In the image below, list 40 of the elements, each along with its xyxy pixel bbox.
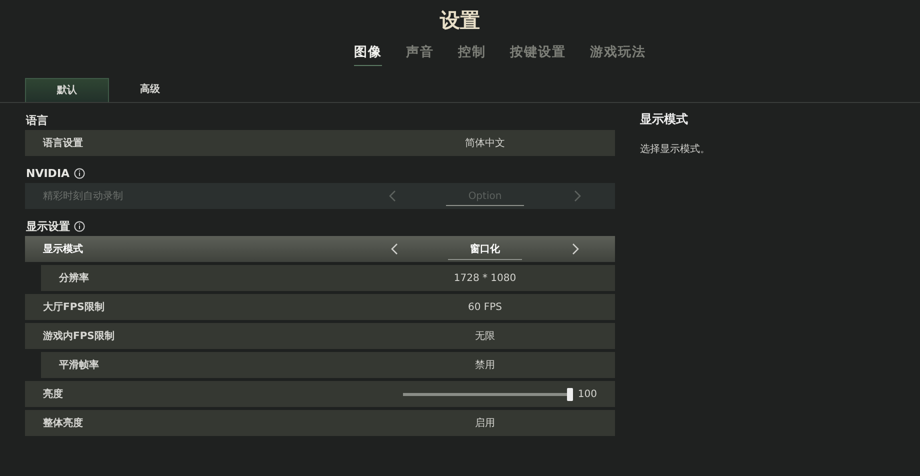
setting-row[interactable]: 语言设置 简体中文	[25, 130, 615, 156]
setting-label: 游戏内FPS限制	[43, 330, 116, 343]
setting-label: 精彩时刻自动录制	[43, 190, 124, 203]
setting-row[interactable]: 大厅FPS限制 60 FPS	[25, 294, 615, 320]
setting-value: 无限	[475, 330, 495, 343]
setting-row[interactable]: 游戏内FPS限制 无限	[25, 323, 615, 349]
subtab[interactable]: 高级	[109, 78, 191, 101]
setting-value: 启用	[475, 416, 495, 430]
section-heading: 语言	[26, 112, 48, 128]
page-title: 设置	[438, 7, 481, 34]
tab[interactable]: 按键设置	[510, 43, 566, 66]
setting-label: 亮度	[43, 387, 64, 401]
detail-description: 选择显示模式。	[640, 142, 710, 156]
setting-label: 显示模式	[43, 242, 84, 256]
setting-row[interactable]: 整体亮度 启用	[25, 410, 615, 436]
subtab[interactable]: 默认	[25, 78, 109, 102]
setting-row[interactable]: 亮度 100	[25, 381, 615, 407]
setting-row[interactable]: 平滑帧率 禁用	[41, 352, 615, 378]
detail-title: 显示模式	[640, 111, 689, 128]
setting-label: 平滑帧率	[59, 358, 100, 372]
section-heading: 显示设置	[26, 218, 70, 234]
info-icon[interactable]	[74, 220, 85, 232]
setting-value: 窗口化	[448, 242, 522, 260]
setting-value: 禁用	[475, 358, 495, 372]
tab[interactable]: 游戏玩法	[590, 43, 646, 66]
brightness-slider[interactable]	[403, 388, 570, 400]
tab[interactable]: 图像	[354, 43, 382, 66]
setting-label: 语言设置	[43, 136, 84, 150]
setting-row[interactable]: 分辨率 1728 * 1080	[41, 265, 615, 291]
setting-label: 整体亮度	[43, 416, 84, 430]
setting-label: 分辨率	[59, 271, 90, 285]
tab[interactable]: 控制	[458, 43, 486, 66]
info-icon[interactable]	[74, 168, 85, 178]
setting-value: 简体中文	[465, 136, 505, 150]
setting-value: 60 FPS	[468, 302, 502, 312]
slider-value: 100	[578, 388, 597, 400]
setting-label: 大厅FPS限制	[43, 300, 106, 314]
section-heading: NVIDIA	[26, 166, 70, 180]
tab[interactable]: 声音	[406, 43, 434, 66]
setting-value: 1728 * 1080	[454, 272, 516, 284]
